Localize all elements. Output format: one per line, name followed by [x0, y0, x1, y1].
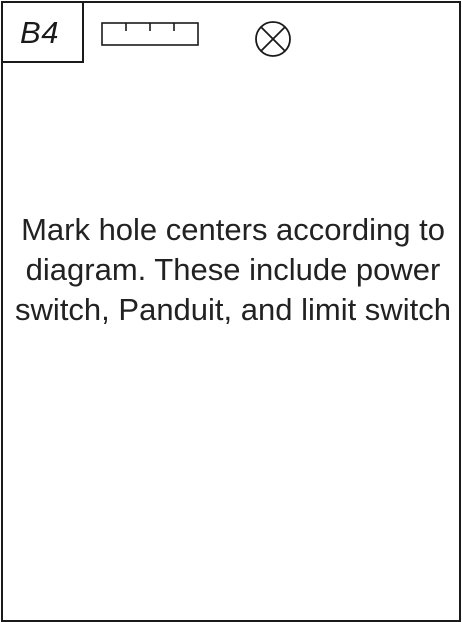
- circle-x-icon: [255, 21, 291, 57]
- step-label: B4: [20, 14, 59, 50]
- ruler-icon: [101, 22, 199, 46]
- instruction-card: B4 Mark hole centers according to diagra…: [1, 1, 461, 622]
- step-badge: B4: [3, 3, 84, 63]
- instruction-text: Mark hole centers according to diagram. …: [15, 212, 451, 327]
